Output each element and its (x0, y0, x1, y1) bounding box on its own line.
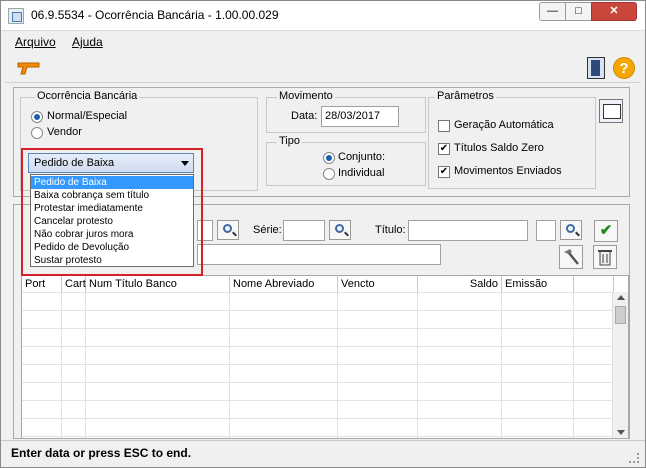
option-sustar-protesto[interactable]: Sustar protesto (31, 254, 193, 267)
check-movimentos-enviados[interactable]: ✔ (438, 166, 450, 178)
option-nao-cobrar-juros-mora[interactable]: Não cobrar juros mora (31, 228, 193, 241)
toolbar: ? (5, 53, 641, 83)
grid-divider (61, 292, 62, 438)
col-saldo[interactable]: Saldo (418, 276, 502, 292)
table-row (22, 328, 612, 329)
col-vencto[interactable]: Vencto (338, 276, 418, 292)
tools-button[interactable] (559, 245, 583, 269)
search-button-serie[interactable] (329, 220, 351, 240)
menu-ajuda[interactable]: Ajuda (72, 35, 103, 49)
calendar-config-button[interactable] (599, 99, 623, 123)
tipo-group: Tipo Conjunto: Individual (266, 135, 426, 186)
radio-conjunto-label: Conjunto: (338, 151, 386, 163)
radio-vendor-label: Vendor (47, 126, 82, 138)
title-bar: 06.9.5534 - Ocorrência Bancária - 1.00.0… (1, 1, 645, 31)
search-icon (223, 224, 232, 233)
menu-bar: Arquivo Ajuda (1, 32, 645, 52)
scroll-up-icon[interactable] (617, 295, 625, 300)
table-row (22, 346, 612, 347)
confirm-button[interactable]: ✔ (594, 220, 618, 242)
titulo-input[interactable] (408, 220, 528, 241)
scroll-thumb[interactable] (615, 306, 626, 324)
ocorrencia-legend: Ocorrência Bancária (35, 90, 140, 102)
radio-vendor[interactable] (31, 127, 43, 139)
grid-scrollbar[interactable] (612, 292, 628, 438)
grid-divider (417, 292, 418, 438)
close-button[interactable]: ✕ (591, 2, 637, 21)
table-row (22, 418, 612, 419)
check-geracao-automatica[interactable] (438, 120, 450, 132)
serie-input[interactable] (283, 220, 325, 241)
window-title: 06.9.5534 - Ocorrência Bancária - 1.00.0… (31, 8, 279, 22)
table-row (22, 292, 612, 293)
delete-button[interactable] (593, 245, 617, 269)
ocorrencia-combo[interactable]: Pedido de Baixa (28, 153, 194, 173)
col-empty (574, 276, 614, 292)
parcela-input[interactable] (536, 220, 556, 241)
data-label: Data: (291, 110, 318, 122)
col-cart[interactable]: Cart (62, 276, 86, 292)
minimize-button[interactable]: — (539, 2, 566, 21)
menu-arquivo[interactable]: Arquivo (15, 35, 56, 49)
grid-divider (229, 292, 230, 438)
movimento-group: Movimento Data: 28/03/2017 (266, 90, 426, 133)
radio-individual-label: Individual (338, 167, 385, 179)
table-row (22, 400, 612, 401)
check-titulos-saldo-zero-label: Títulos Saldo Zero (454, 142, 544, 154)
parametros-legend: Parâmetros (435, 90, 496, 102)
status-text: Enter data or press ESC to end. (11, 446, 192, 460)
resize-grip-icon[interactable] (629, 453, 639, 463)
app-icon (8, 8, 24, 24)
col-num-titulo-banco[interactable]: Num Título Banco (86, 276, 230, 292)
search-button-1[interactable] (217, 220, 239, 240)
search-icon (566, 224, 575, 233)
parametros-group: Parâmetros Geração Automática ✔ Títulos … (428, 90, 596, 189)
grid-divider (573, 292, 574, 438)
trash-icon (598, 250, 612, 266)
nome-input[interactable] (197, 244, 441, 265)
grid-divider (501, 292, 502, 438)
grid-divider (337, 292, 338, 438)
table-row (22, 364, 612, 365)
table-row (22, 436, 612, 437)
option-pedido-de-baixa[interactable]: Pedido de Baixa (31, 176, 193, 189)
ocorrencia-dropdown[interactable]: Pedido de Baixa Baixa cobrança sem títul… (30, 174, 194, 267)
table-row (22, 382, 612, 383)
application-window: 06.9.5534 - Ocorrência Bancária - 1.00.0… (0, 0, 646, 468)
radio-conjunto[interactable] (323, 152, 335, 164)
scroll-down-icon[interactable] (617, 430, 625, 435)
option-cancelar-protesto[interactable]: Cancelar protesto (31, 215, 193, 228)
titles-grid[interactable]: Port Cart Num Título Banco Nome Abreviad… (21, 275, 629, 439)
radio-normal-especial-label: Normal/Especial (47, 110, 128, 122)
movimento-legend: Movimento (277, 90, 335, 102)
grid-divider (85, 292, 86, 438)
status-bar: Enter data or press ESC to end. (1, 440, 645, 467)
search-button-titulo[interactable] (560, 220, 582, 240)
exit-door-icon[interactable] (587, 57, 605, 79)
chevron-down-icon[interactable] (181, 161, 189, 166)
maximize-button[interactable]: □ (565, 2, 592, 21)
check-titulos-saldo-zero[interactable]: ✔ (438, 143, 450, 155)
data-input[interactable]: 28/03/2017 (321, 106, 399, 127)
hammer-icon (564, 249, 579, 265)
search-icon (335, 224, 344, 233)
serie-label: Série: (253, 224, 282, 236)
help-icon[interactable]: ? (613, 57, 635, 79)
col-emissao[interactable]: Emissão (502, 276, 574, 292)
option-protestar-imediatamente[interactable]: Protestar imediatamente (31, 202, 193, 215)
check-geracao-automatica-label: Geração Automática (454, 119, 554, 131)
ocorrencia-combo-value: Pedido de Baixa (34, 157, 115, 169)
col-port[interactable]: Port (22, 276, 62, 292)
col-nome-abreviado[interactable]: Nome Abreviado (230, 276, 338, 292)
execute-icon[interactable] (17, 61, 41, 75)
option-pedido-de-devolucao[interactable]: Pedido de Devolução (31, 241, 193, 254)
tipo-legend: Tipo (277, 135, 302, 147)
table-row (22, 310, 612, 311)
radio-normal-especial[interactable] (31, 111, 43, 123)
option-baixa-cobranca-sem-titulo[interactable]: Baixa cobrança sem título (31, 189, 193, 202)
check-movimentos-enviados-label: Movimentos Enviados (454, 165, 562, 177)
radio-individual[interactable] (323, 168, 335, 180)
titulo-label: Título: (375, 224, 406, 236)
